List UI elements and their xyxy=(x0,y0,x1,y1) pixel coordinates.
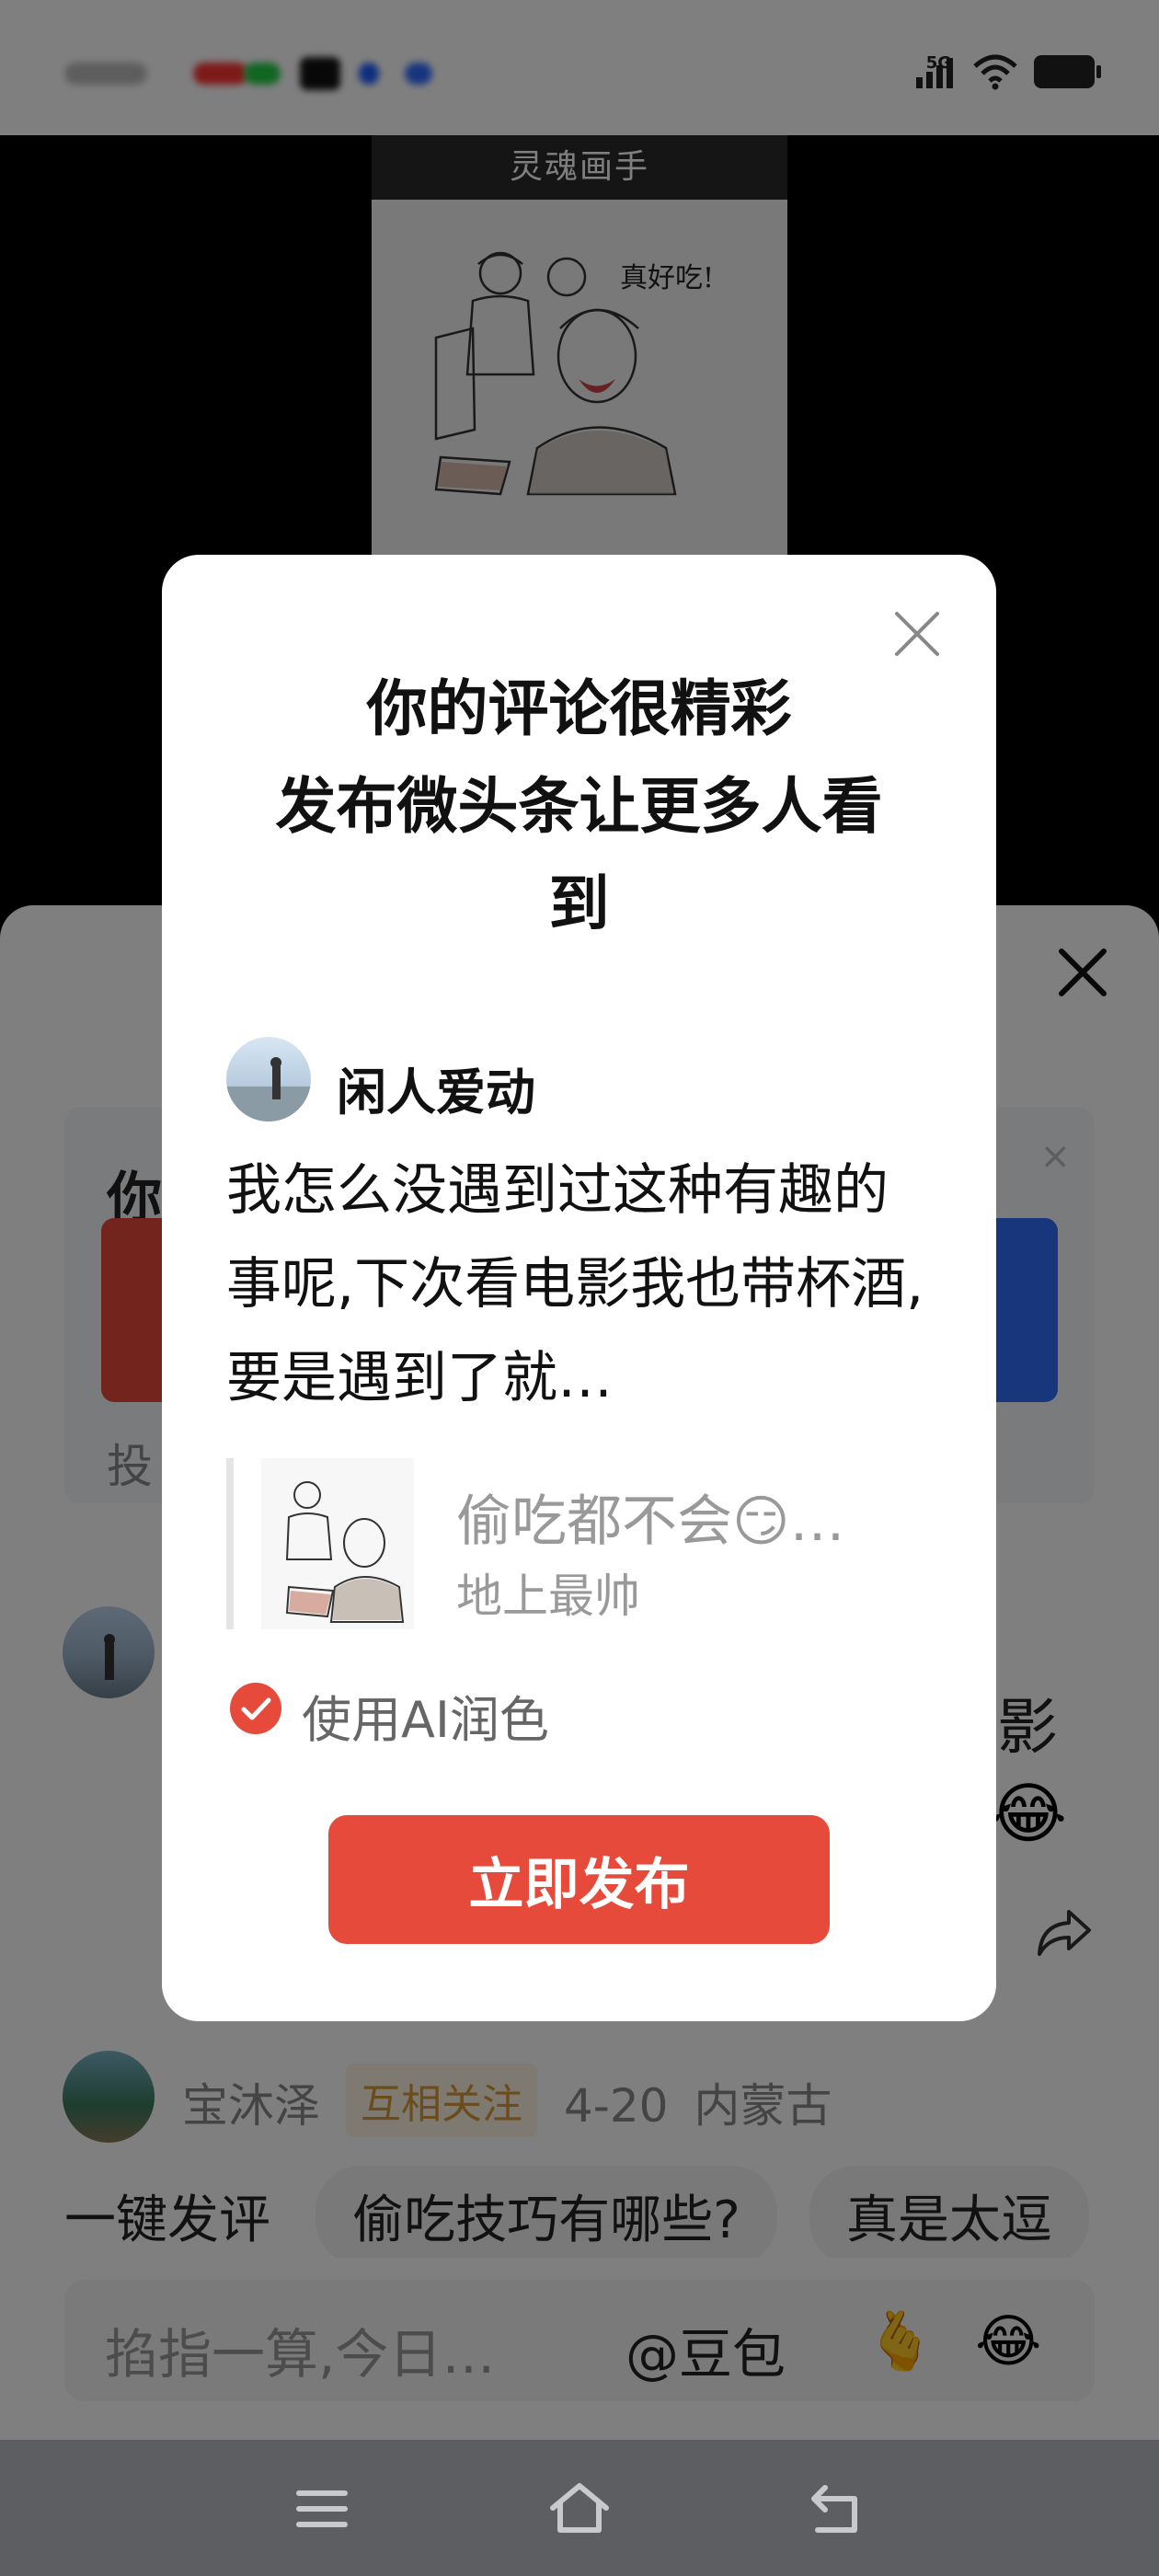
publish-dialog: 你的评论很精彩 发布微头条让更多人看 到 闲人爱动 我怎么没遇到过这种有趣的事呢… xyxy=(162,555,996,2021)
quote-bar xyxy=(226,1458,234,1629)
quote-text: 偷吃都不会😏… xyxy=(456,1489,845,1554)
comment-text: 我怎么没遇到过这种有趣的事呢,下次看电影我也带杯酒,要是遇到了就… xyxy=(226,1158,924,1410)
author-name: 闲人爱动 xyxy=(337,1064,535,1121)
ai-polish-label[interactable]: 使用AI润色 xyxy=(302,1679,549,1752)
check-icon[interactable] xyxy=(230,1683,281,1734)
close-icon[interactable] xyxy=(891,608,943,660)
quoted-post: 偷吃都不会😏… 地上最帅 xyxy=(226,1458,935,1629)
avatar xyxy=(226,1037,311,1121)
back-icon[interactable] xyxy=(805,2477,869,2541)
dialog-title: 你的评论很精彩 发布微头条让更多人看 到 xyxy=(275,673,883,939)
quote-thumbnail xyxy=(261,1458,414,1629)
system-nav-bar xyxy=(0,2440,1159,2576)
publish-button[interactable]: 立即发布 xyxy=(328,1815,830,1944)
menu-icon[interactable] xyxy=(290,2477,354,2541)
home-icon[interactable] xyxy=(547,2477,612,2541)
quote-author: 地上最帅 xyxy=(456,1570,640,1623)
